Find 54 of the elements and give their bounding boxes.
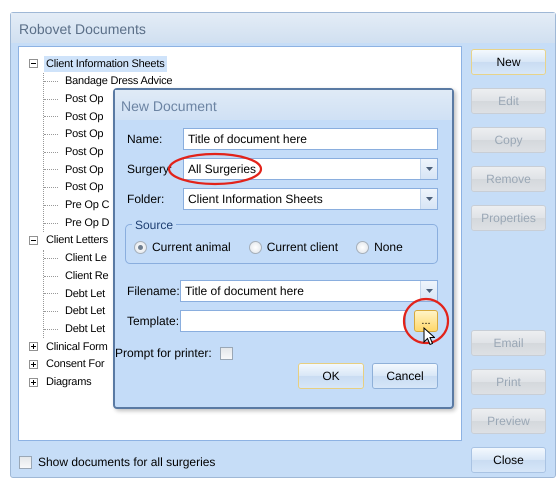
radio-button[interactable] bbox=[356, 240, 370, 254]
browse-button[interactable]: ... bbox=[414, 310, 438, 332]
field-label: Prompt for printer: bbox=[115, 345, 212, 362]
tree-item[interactable]: Clinical Form bbox=[44, 338, 110, 356]
tree-item[interactable]: Debt Let bbox=[63, 303, 107, 320]
collapse-icon[interactable] bbox=[29, 59, 38, 68]
checkbox[interactable] bbox=[19, 456, 32, 468]
radio-label: None bbox=[374, 239, 403, 256]
radio-label: Current client bbox=[266, 239, 338, 256]
tree-item[interactable]: Post Op bbox=[63, 126, 106, 143]
tree-item[interactable]: Client Information Sheets bbox=[44, 56, 167, 72]
tree-item[interactable]: Post Op bbox=[63, 179, 106, 196]
field-label: Folder: bbox=[127, 191, 166, 208]
tree-item[interactable]: Consent For bbox=[44, 356, 106, 373]
surgery-dropdown[interactable]: All Surgeries bbox=[183, 158, 438, 180]
tree-item[interactable]: Diagrams bbox=[44, 374, 94, 390]
field-label: Filename: bbox=[127, 283, 180, 300]
tree-item[interactable]: Post Op bbox=[63, 144, 106, 161]
tree-item[interactable]: Client Re bbox=[63, 268, 110, 284]
name-field[interactable]: Title of document here bbox=[183, 128, 438, 150]
tree-item[interactable]: Pre Op C bbox=[63, 197, 112, 214]
tree-item[interactable]: Post Op bbox=[63, 162, 106, 178]
cursor-icon bbox=[423, 327, 435, 346]
caret-icon bbox=[426, 167, 432, 171]
field-label: Template: bbox=[127, 313, 180, 330]
tree-item[interactable]: Post Op bbox=[63, 108, 106, 126]
checkbox[interactable] bbox=[220, 346, 233, 360]
field-label: Name: bbox=[127, 131, 164, 148]
filename-dropdown[interactable]: Title of document here bbox=[180, 280, 438, 302]
expand-icon[interactable] bbox=[29, 378, 38, 387]
tree-item[interactable]: Client Letters bbox=[44, 232, 110, 249]
tree-item[interactable]: Bandage Dress Advice bbox=[63, 73, 174, 90]
radio-label: Current animal bbox=[152, 239, 231, 256]
window-title: Robovet Documents bbox=[19, 21, 146, 37]
tree-item[interactable]: Debt Let bbox=[63, 286, 107, 302]
radio-button[interactable] bbox=[248, 240, 262, 254]
radio-button[interactable] bbox=[134, 240, 147, 254]
action-button[interactable]: New bbox=[471, 49, 546, 75]
tree-item[interactable]: Post Op bbox=[63, 90, 106, 108]
folder-dropdown[interactable]: Client Information Sheets bbox=[183, 188, 438, 210]
expand-icon[interactable] bbox=[29, 342, 38, 352]
expand-icon[interactable] bbox=[29, 360, 38, 370]
tree-item[interactable]: Debt Let bbox=[63, 320, 107, 338]
caret-icon bbox=[426, 289, 432, 293]
tree-item[interactable]: Pre Op D bbox=[63, 214, 112, 232]
collapse-icon[interactable] bbox=[29, 236, 38, 246]
dialog-button[interactable]: OK bbox=[298, 363, 364, 389]
dialog-title: New Document bbox=[121, 98, 217, 114]
dialog-button[interactable]: Cancel bbox=[372, 363, 438, 389]
action-button[interactable]: Close bbox=[471, 447, 546, 473]
tree-item[interactable]: Client Le bbox=[63, 250, 109, 267]
template-field[interactable] bbox=[180, 310, 406, 332]
checkbox-label: Show documents for all surgeries bbox=[38, 454, 216, 471]
caret-icon bbox=[426, 197, 432, 201]
